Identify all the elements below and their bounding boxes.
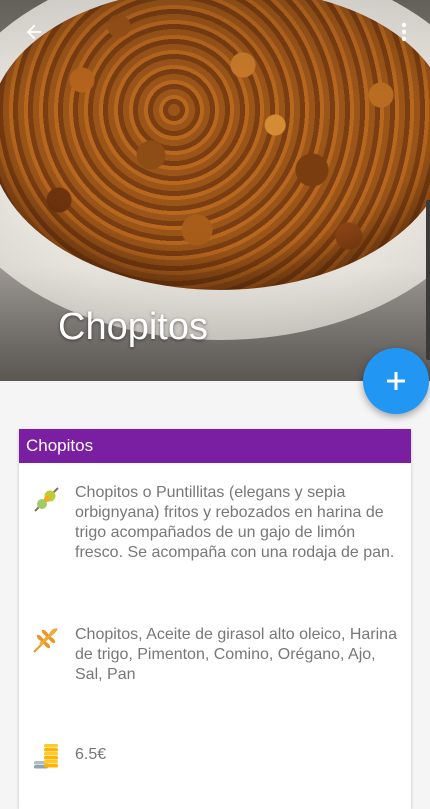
dish-card: Chopitos Chopitos o Puntillitas (elegans… <box>19 429 411 809</box>
edge-panel-handle[interactable] <box>426 200 430 360</box>
ingredients-text: Chopitos, Aceite de girasol alto oleico,… <box>75 626 397 683</box>
page-title: Chopitos <box>58 306 208 348</box>
arrow-back-icon <box>26 24 42 40</box>
add-button[interactable] <box>363 348 429 414</box>
card-title: Chopitos <box>19 429 411 463</box>
more-vert-icon <box>401 22 407 42</box>
hero-image: Chopitos <box>0 0 430 381</box>
coins-icon <box>34 744 58 769</box>
back-button[interactable] <box>20 18 48 46</box>
price-text: 6.5€ <box>75 746 107 763</box>
plus-icon <box>387 372 405 390</box>
skewer-icon <box>34 487 59 512</box>
overflow-menu-button[interactable] <box>394 18 414 46</box>
wheat-icon <box>33 628 58 653</box>
description-text: Chopitos o Puntillitas (elegans y sepia … <box>75 484 395 561</box>
